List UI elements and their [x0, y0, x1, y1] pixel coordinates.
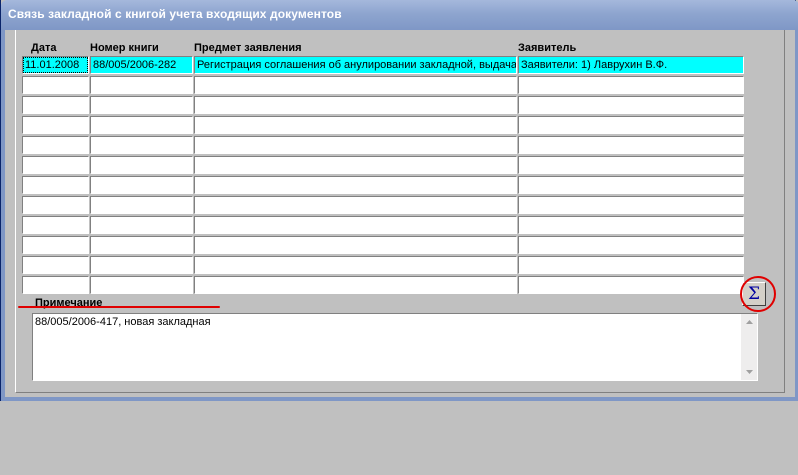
window-title: Связь закладной с книгой учета входящих …	[8, 7, 342, 21]
grid-cell-subject[interactable]	[194, 236, 517, 254]
grid-cell-subject[interactable]	[194, 156, 517, 174]
form-panel: Дата Номер книги Предмет заявления Заяви…	[15, 30, 785, 393]
grid-cell-applicant[interactable]	[518, 136, 744, 154]
grid-cell-applicant[interactable]	[518, 76, 744, 94]
grid-cell-book-number[interactable]	[90, 236, 193, 254]
note-scrollbar[interactable]	[741, 314, 757, 380]
grid-cell-book-number[interactable]	[90, 176, 193, 194]
grid-cell-date[interactable]	[22, 96, 89, 114]
grid-cell-date[interactable]	[22, 196, 89, 214]
grid-cell-book-number[interactable]	[90, 76, 193, 94]
grid-cell-subject[interactable]	[194, 176, 517, 194]
grid-cell-applicant[interactable]	[518, 176, 744, 194]
client-area: Дата Номер книги Предмет заявления Заяви…	[5, 30, 795, 397]
grid-cell-applicant[interactable]	[518, 276, 744, 294]
grid-cell-subject[interactable]: Регистрация соглашения об анулировании з…	[194, 56, 517, 74]
grid-cell-book-number[interactable]	[90, 216, 193, 234]
grid-cell-book-number[interactable]	[90, 256, 193, 274]
grid-cell-subject[interactable]	[194, 76, 517, 94]
column-header-date: Дата	[31, 42, 57, 54]
column-header-book-number: Номер книги	[90, 42, 159, 54]
scroll-down-arrow-icon	[745, 370, 753, 374]
grid-cell-date[interactable]	[22, 76, 89, 94]
grid-cell-date[interactable]	[22, 136, 89, 154]
grid-cell-date[interactable]	[22, 276, 89, 294]
grid-cell-subject[interactable]	[194, 136, 517, 154]
grid-cell-date[interactable]	[22, 256, 89, 274]
grid-cell-subject[interactable]	[194, 216, 517, 234]
column-header-applicant: Заявитель	[518, 42, 577, 54]
red-underline-annotation	[18, 306, 220, 308]
grid-cell-date[interactable]	[22, 156, 89, 174]
grid-cell-applicant[interactable]	[518, 196, 744, 214]
red-circle-annotation	[740, 276, 776, 312]
grid-cell-subject[interactable]	[194, 116, 517, 134]
grid-cell-date[interactable]: 11.01.2008	[22, 56, 89, 74]
title-bar[interactable]: Связь закладной с книгой учета входящих …	[1, 0, 798, 30]
grid-cell-book-number[interactable]	[90, 276, 193, 294]
grid-cell-book-number[interactable]	[90, 156, 193, 174]
grid-cell-book-number[interactable]: 88/005/2006-282	[90, 56, 193, 74]
grid-cell-book-number[interactable]	[90, 96, 193, 114]
grid-cell-book-number[interactable]	[90, 136, 193, 154]
grid-cell-subject[interactable]	[194, 276, 517, 294]
grid-cell-book-number[interactable]	[90, 116, 193, 134]
grid-cell-subject[interactable]	[194, 196, 517, 214]
grid-cell-date[interactable]	[22, 216, 89, 234]
grid-cell-applicant[interactable]: Заявители: 1) Лаврухин В.Ф.	[518, 56, 744, 74]
grid-cell-date[interactable]	[22, 236, 89, 254]
column-header-subject: Предмет заявления	[194, 42, 302, 54]
grid-cell-applicant[interactable]	[518, 96, 744, 114]
grid-cell-book-number[interactable]	[90, 196, 193, 214]
dialog-window: Связь закладной с книгой учета входящих …	[0, 0, 798, 401]
scroll-up-arrow-icon	[745, 320, 753, 324]
grid-cell-subject[interactable]	[194, 256, 517, 274]
grid-cell-subject[interactable]	[194, 96, 517, 114]
grid-cell-date[interactable]	[22, 176, 89, 194]
scroll-down-button[interactable]	[741, 364, 757, 380]
grid-cell-applicant[interactable]	[518, 236, 744, 254]
grid-cell-applicant[interactable]	[518, 216, 744, 234]
grid-cell-applicant[interactable]	[518, 256, 744, 274]
scroll-up-button[interactable]	[741, 314, 757, 330]
grid-cell-applicant[interactable]	[518, 116, 744, 134]
note-textarea[interactable]: 88/005/2006-417, новая закладная	[32, 313, 758, 381]
note-text: 88/005/2006-417, новая закладная	[35, 316, 211, 328]
window-frame-bottom	[1, 397, 798, 401]
grid-cell-date[interactable]	[22, 116, 89, 134]
grid-cell-applicant[interactable]	[518, 156, 744, 174]
